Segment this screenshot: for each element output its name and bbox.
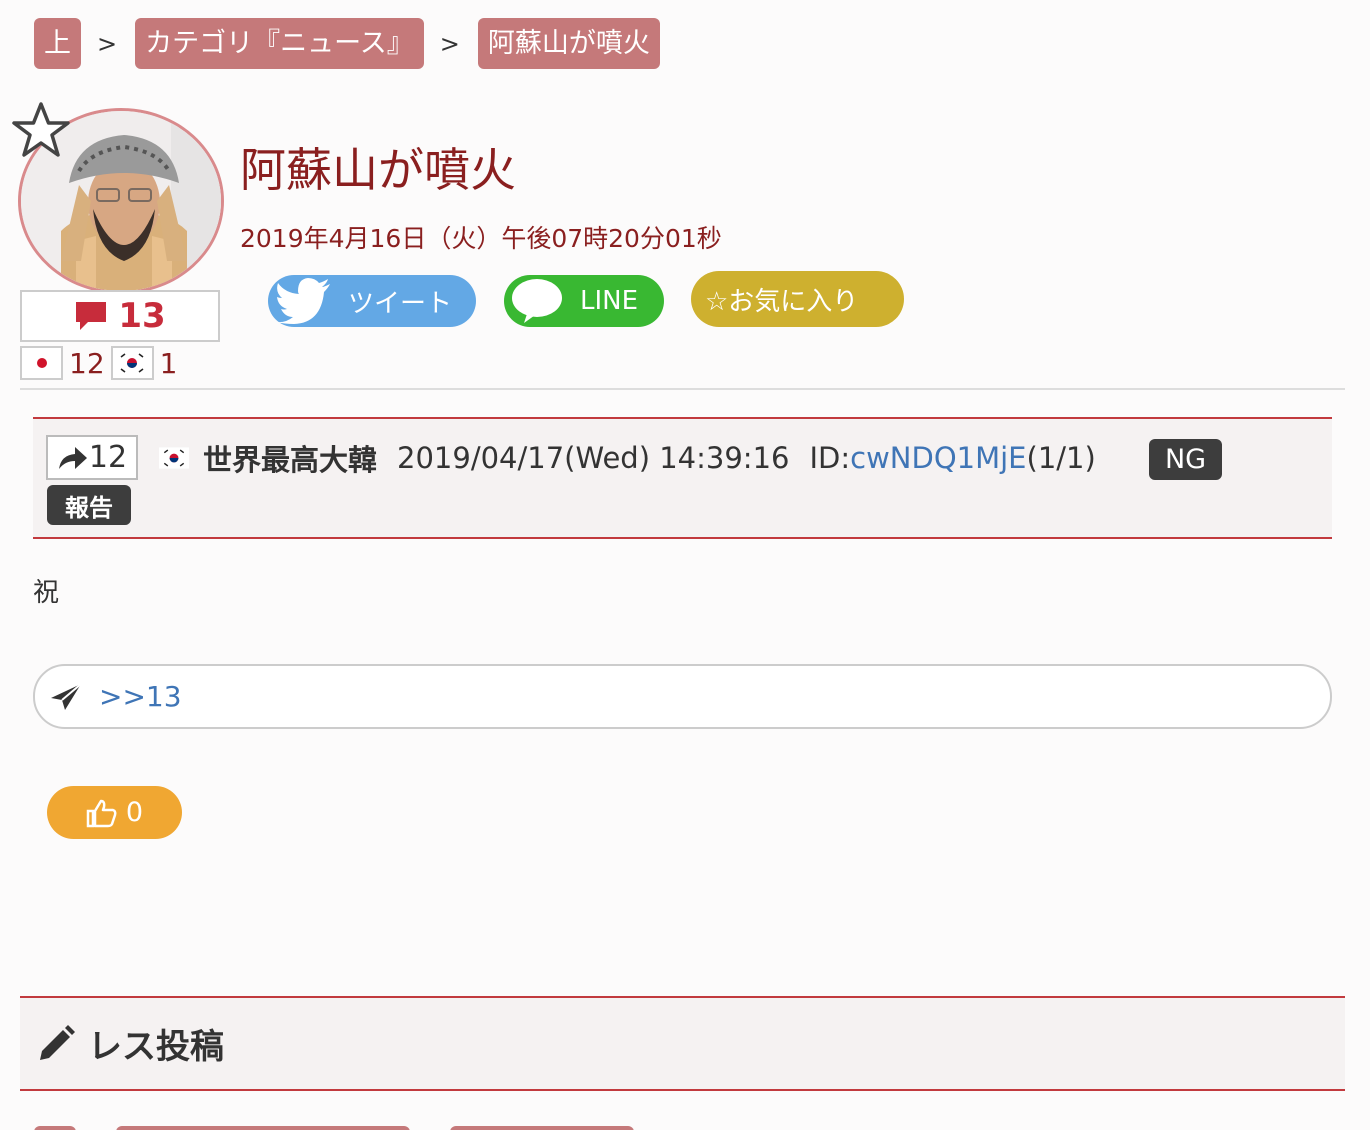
breadcrumb-category[interactable]	[116, 1126, 410, 1130]
line-bubble-icon	[512, 279, 562, 323]
comment-count: 13	[118, 296, 166, 336]
like-count: 0	[125, 797, 144, 828]
korea-flag-icon	[159, 447, 189, 469]
post-id-suffix: (1/1)	[1026, 441, 1096, 475]
comment-icon	[76, 302, 107, 330]
japan-flag-icon	[20, 346, 63, 380]
like-button[interactable]: 0	[47, 786, 182, 839]
breadcrumb-top[interactable]	[34, 1126, 76, 1130]
korea-count: 1	[159, 346, 178, 380]
breadcrumb-top[interactable]: 上	[34, 18, 81, 69]
line-button[interactable]: LINE	[504, 275, 664, 327]
twitter-bird-icon	[276, 278, 330, 324]
report-button[interactable]: 報告	[47, 485, 131, 525]
ng-button[interactable]: NG	[1149, 439, 1222, 480]
thumbs-up-icon	[86, 799, 117, 827]
res-count-button[interactable]: 12	[46, 435, 138, 480]
bottom-breadcrumb	[34, 1126, 674, 1130]
breadcrumb-current[interactable]	[450, 1126, 634, 1130]
flag-counts: 12 1	[20, 346, 183, 380]
tweet-button[interactable]: ツイート	[268, 275, 476, 327]
favorite-label: ☆お気に入り	[705, 286, 859, 317]
share-arrow-icon	[58, 446, 87, 469]
post-header: 12 世界最高大韓 2019/04/17(Wed) 14:39:16 ID: c…	[33, 417, 1332, 539]
breadcrumb-current[interactable]: 阿蘇山が噴火	[477, 18, 660, 69]
post-body: 祝	[33, 578, 60, 608]
post-id-label: ID:	[809, 441, 851, 475]
breadcrumb: 上 > カテゴリ『ニュース』 > 阿蘇山が噴火	[34, 18, 660, 69]
post-datetime: 2019/04/17(Wed) 14:39:16	[397, 441, 790, 475]
breadcrumb-category[interactable]: カテゴリ『ニュース』	[135, 18, 424, 69]
japan-count: 12	[69, 346, 105, 380]
pencil-icon	[40, 1024, 75, 1060]
page-title: 阿蘇山が噴火	[240, 143, 516, 197]
korea-flag-icon	[110, 346, 154, 380]
breadcrumb-separator: >	[439, 29, 460, 58]
star-icon[interactable]	[10, 100, 72, 162]
favorite-button[interactable]: ☆お気に入り	[691, 271, 904, 327]
thread-date: 2019年4月16日（火）午後07時20分01秒	[240, 224, 722, 253]
compose-section-header: レス投稿	[20, 996, 1345, 1091]
line-label: LINE	[580, 286, 639, 316]
post-id-link[interactable]: cwNDQ1MjE	[850, 441, 1026, 475]
tweet-label: ツイート	[348, 288, 453, 319]
compose-heading: レス投稿	[88, 1027, 224, 1067]
post-meta: 世界最高大韓 2019/04/17(Wed) 14:39:16 ID: cwND…	[159, 437, 1096, 479]
breadcrumb-separator: >	[97, 29, 118, 58]
comment-count-badge: 13	[20, 290, 220, 342]
post-author: 世界最高大韓	[203, 443, 378, 477]
divider	[20, 388, 1345, 390]
res-count: 12	[88, 440, 128, 475]
reply-anchor-field[interactable]: >>13	[33, 664, 1332, 729]
send-icon	[51, 682, 82, 710]
reply-anchor-link[interactable]: >>13	[99, 680, 182, 713]
